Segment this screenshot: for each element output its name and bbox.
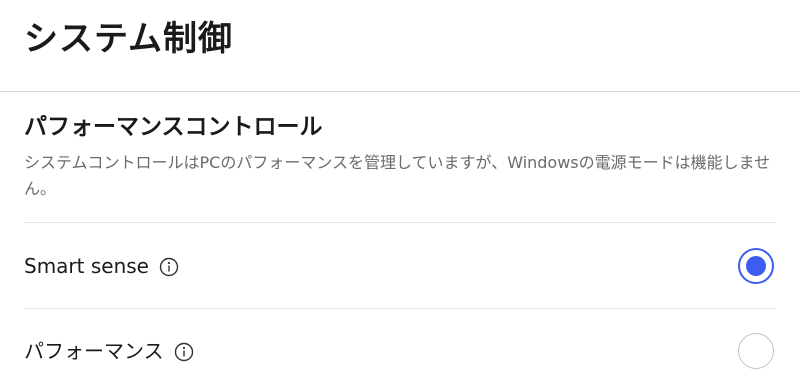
divider <box>24 222 776 223</box>
page-title: システム制御 <box>24 19 233 59</box>
option-label: Smart sense <box>24 254 149 278</box>
section-title: パフォーマンスコントロール <box>24 114 323 140</box>
info-icon[interactable] <box>174 342 194 362</box>
smart-sense-radio[interactable] <box>738 248 774 284</box>
option-smart-sense[interactable]: Smart sense <box>24 224 776 308</box>
info-icon[interactable] <box>159 257 179 277</box>
option-performance[interactable]: パフォーマンス <box>24 309 776 385</box>
section-description: システムコントロールはPCのパフォーマンスを管理していますが、Windowsの電… <box>24 153 771 198</box>
performance-radio[interactable] <box>738 333 774 369</box>
header-divider <box>0 91 800 92</box>
option-label: パフォーマンス <box>24 339 164 363</box>
